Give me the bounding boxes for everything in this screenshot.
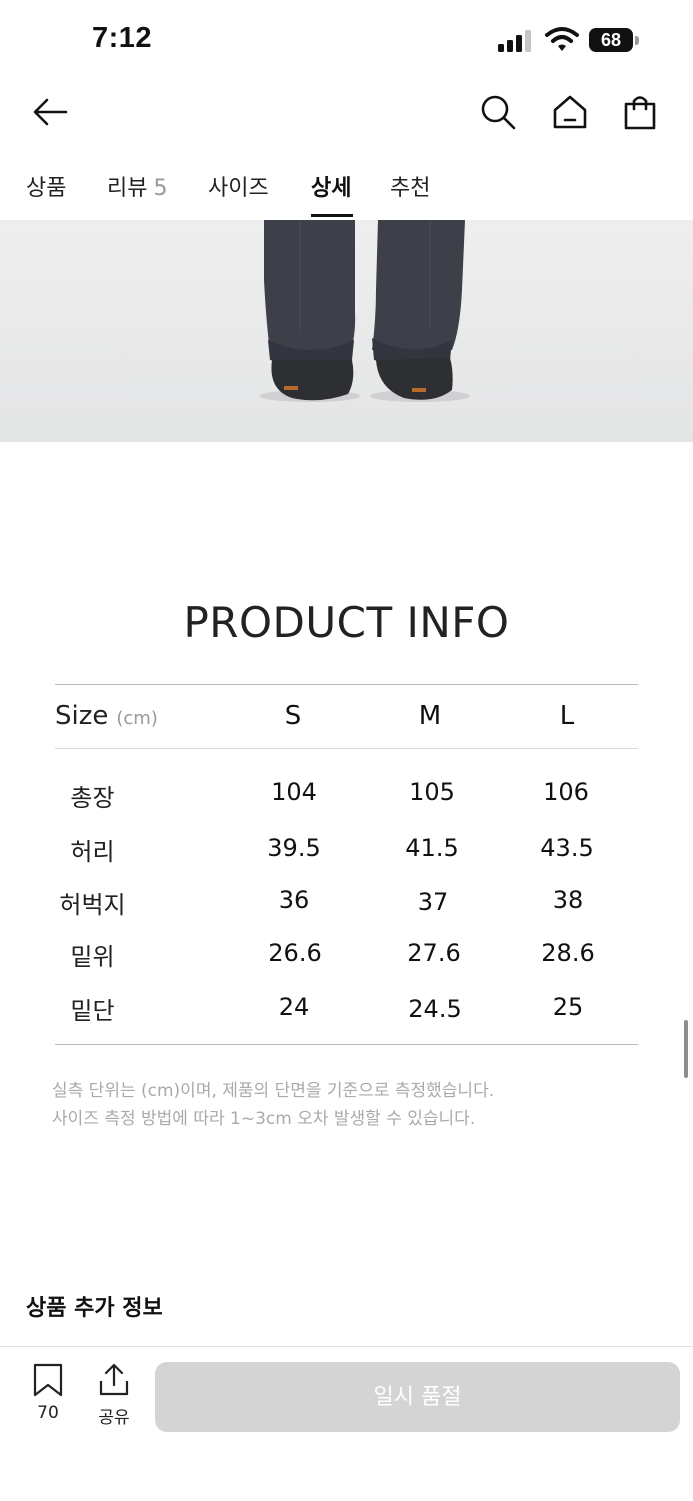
table-cell: 36 [278, 886, 310, 914]
wifi-icon [545, 27, 579, 51]
table-cell: 106 [543, 778, 589, 806]
column-header-m: M [418, 701, 442, 731]
search-icon[interactable] [478, 92, 518, 132]
tab-label: 추천 [390, 176, 431, 201]
table-cell: 105 [409, 778, 455, 806]
soldout-button[interactable]: 일시 품절 [155, 1362, 680, 1432]
home-icon[interactable] [550, 92, 590, 132]
column-header-l: L [559, 701, 575, 731]
battery-indicator: 68 [589, 28, 633, 52]
row-label-hem: 밑단 [70, 997, 115, 1025]
tab-size[interactable]: 사이즈 [208, 170, 269, 202]
table-cell: 37 [417, 888, 449, 916]
table-cell: 26.6 [268, 939, 322, 967]
table-cell: 104 [271, 778, 317, 806]
bookmark-icon [33, 1363, 63, 1397]
bookmark-count: 70 [37, 1403, 59, 1423]
tab-label: 리뷰 [107, 176, 148, 201]
column-header-s: S [284, 701, 302, 731]
table-bottom-divider [55, 1044, 638, 1045]
bottom-action-bar: 70 공유 일시 품절 [0, 1346, 693, 1501]
size-header: Size (cm) [55, 701, 158, 731]
product-detail-image [0, 220, 693, 442]
row-label-waist: 허리 [70, 838, 115, 866]
table-cell: 41.5 [405, 834, 459, 862]
arrow-left-icon[interactable] [30, 92, 70, 132]
tab-detail[interactable]: 상세 [311, 170, 351, 202]
share-icon [99, 1363, 129, 1396]
status-time: 7:12 [92, 22, 153, 54]
size-unit: (cm) [116, 708, 158, 729]
tab-product[interactable]: 상품 [26, 170, 66, 202]
status-bar: 7:12 68 [0, 0, 693, 80]
additional-info-title[interactable]: 상품 추가 정보 [26, 1290, 163, 1322]
table-cell: 38 [552, 886, 584, 914]
tab-reviews[interactable]: 리뷰 5 [107, 170, 167, 202]
row-label-total-length: 총장 [70, 784, 115, 812]
table-top-divider [55, 684, 638, 685]
tab-label: 상품 [26, 176, 67, 201]
top-navigation [0, 80, 693, 144]
cellular-signal-icon [498, 30, 531, 52]
scrollbar[interactable] [684, 1020, 688, 1078]
table-cell: 27.6 [407, 939, 461, 967]
table-header-divider [55, 748, 638, 749]
share-button[interactable]: 공유 [88, 1363, 140, 1428]
table-cell: 24 [278, 993, 310, 1021]
active-tab-indicator [311, 214, 353, 217]
row-label-rise: 밑위 [70, 943, 115, 971]
table-cell: 24.5 [408, 995, 462, 1023]
product-tabs: 상품 리뷰 5 사이즈 상세 추천 [0, 160, 693, 220]
share-label: 공유 [98, 1408, 130, 1428]
battery-cap [635, 36, 639, 45]
shopping-bag-icon[interactable] [620, 92, 660, 132]
table-cell: 28.6 [541, 939, 595, 967]
measurement-note: 실측 단위는 (cm)이며, 제품의 단면을 기준으로 측정했습니다. [52, 1081, 495, 1101]
row-label-thigh: 허벅지 [59, 891, 126, 919]
product-info-title: PRODUCT INFO [183, 598, 510, 647]
table-cell: 25 [552, 993, 584, 1021]
tab-label: 상세 [311, 176, 352, 201]
table-cell: 39.5 [267, 834, 321, 862]
tab-label: 사이즈 [208, 176, 269, 201]
review-count: 5 [153, 176, 168, 201]
jeans-photo [0, 220, 693, 442]
size-label: Size [55, 701, 109, 731]
measurement-note: 사이즈 측정 방법에 따라 1~3cm 오차 발생할 수 있습니다. [52, 1109, 476, 1129]
tab-recommend[interactable]: 추천 [390, 170, 430, 202]
bookmark-button[interactable]: 70 [22, 1363, 74, 1423]
table-cell: 43.5 [540, 834, 594, 862]
